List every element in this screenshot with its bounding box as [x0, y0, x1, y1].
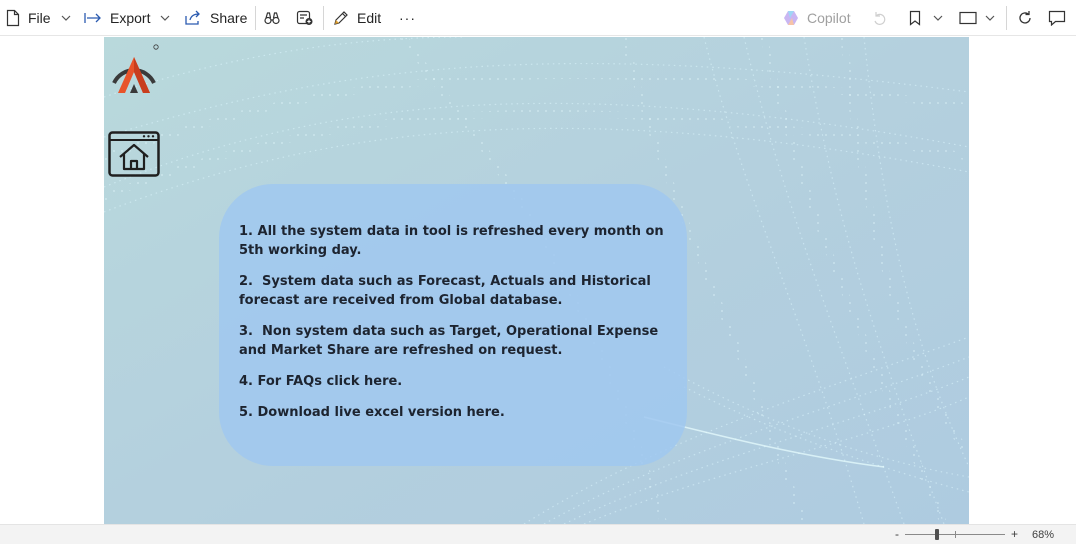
pencil-icon: [333, 10, 349, 26]
export-label: Export: [110, 10, 151, 26]
refresh-icon: [1017, 10, 1033, 26]
view-icon: [959, 11, 977, 25]
refresh-button[interactable]: [1017, 0, 1033, 36]
info-item-download-link[interactable]: 5. Download live excel version here.: [239, 403, 669, 422]
zoom-slider-center-tick: [955, 531, 956, 538]
zoom-in-button[interactable]: +: [1011, 527, 1018, 541]
chevron-down-icon: [160, 15, 170, 21]
file-label: File: [28, 10, 51, 26]
bookmark-menu-button[interactable]: [909, 0, 943, 36]
chevron-down-icon: [933, 15, 943, 21]
top-toolbar: File Export Share Edit ··· Copilot: [0, 0, 1076, 36]
find-button[interactable]: [264, 0, 280, 36]
info-list: 1. All the system data in tool is refres…: [239, 222, 669, 434]
share-button[interactable]: Share: [184, 0, 247, 36]
undo-icon: [873, 11, 887, 25]
toolbar-divider: [323, 6, 324, 30]
edit-button[interactable]: Edit: [333, 0, 381, 36]
zoom-slider-thumb[interactable]: [935, 529, 940, 540]
copilot-icon: [783, 10, 799, 26]
copilot-label: Copilot: [807, 10, 851, 26]
more-icon: ···: [399, 10, 416, 26]
zoom-out-button[interactable]: -: [895, 527, 899, 541]
copilot-button[interactable]: Copilot: [783, 0, 851, 36]
info-item-system-data: 2. System data such as Forecast, Actuals…: [239, 274, 656, 308]
undo-button[interactable]: [873, 0, 887, 36]
toolbar-divider: [255, 6, 256, 30]
chevron-down-icon: [61, 15, 71, 21]
toolbar-divider: [1006, 6, 1007, 30]
info-item-non-system-data: 3. Non system data such as Target, Opera…: [239, 324, 663, 358]
home-button[interactable]: [108, 131, 160, 177]
comment-icon: [1048, 10, 1066, 26]
add-comment-button[interactable]: [296, 0, 314, 36]
info-item-faqs-link[interactable]: 4. For FAQs click here.: [239, 372, 669, 391]
more-options-button[interactable]: ···: [399, 0, 416, 36]
zoom-slider[interactable]: [905, 529, 1005, 540]
view-menu-button[interactable]: [959, 0, 995, 36]
bookmark-icon: [909, 10, 921, 26]
edit-label: Edit: [357, 10, 382, 26]
file-menu-button[interactable]: File: [6, 0, 71, 36]
binoculars-icon: [264, 11, 280, 25]
status-bar: - + 68%: [0, 524, 1076, 544]
share-icon: [184, 10, 202, 26]
info-panel: 1. All the system data in tool is refres…: [219, 184, 687, 466]
file-icon: [6, 9, 20, 27]
comments-button[interactable]: [1048, 0, 1066, 36]
export-icon: [84, 12, 102, 24]
add-comment-icon: [296, 10, 314, 26]
export-menu-button[interactable]: Export: [84, 0, 170, 36]
chevron-down-icon: [985, 15, 995, 21]
zoom-level[interactable]: 68%: [1032, 529, 1054, 541]
report-canvas: 1. All the system data in tool is refres…: [104, 37, 969, 524]
info-item-refresh-schedule: 1. All the system data in tool is refres…: [239, 224, 669, 258]
share-label: Share: [210, 10, 248, 26]
home-icon: [108, 131, 160, 181]
company-logo: [108, 43, 160, 95]
